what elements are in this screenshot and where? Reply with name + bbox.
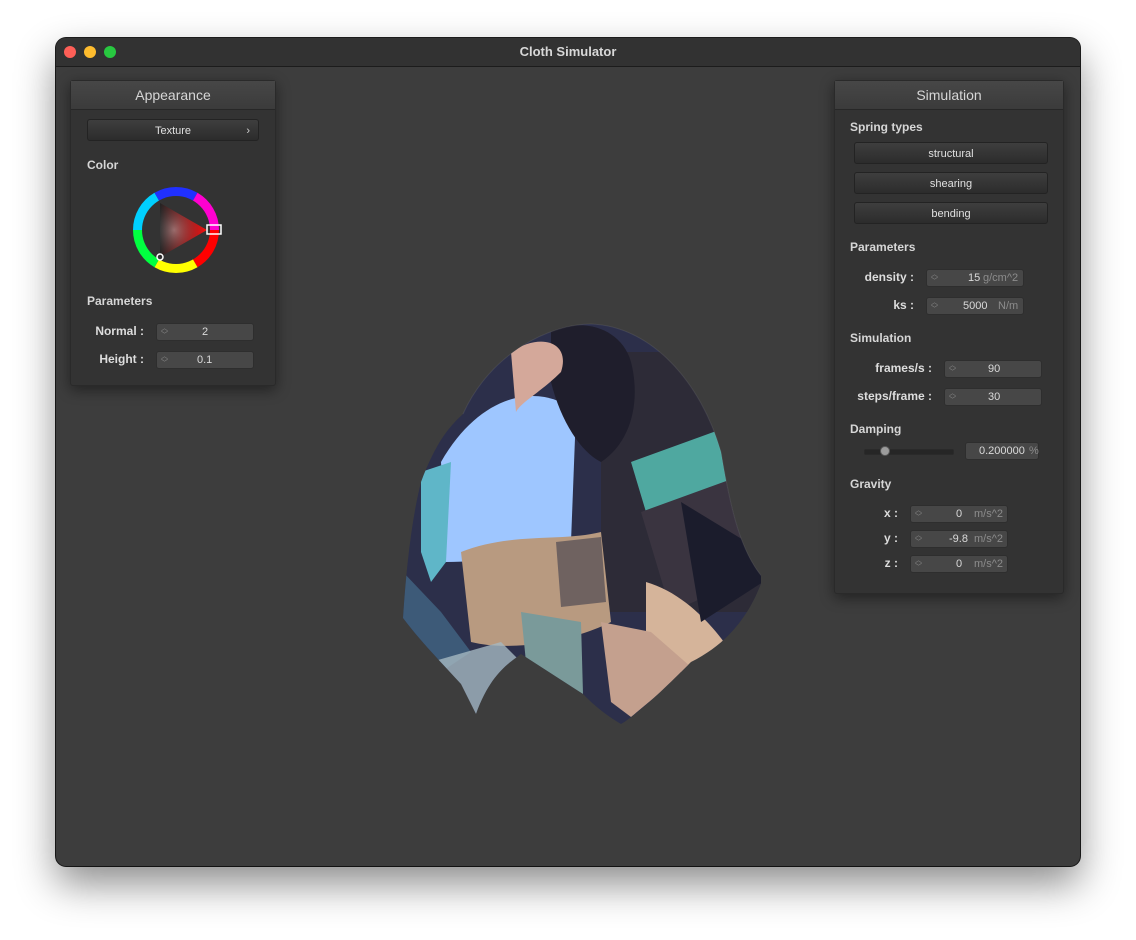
appearance-parameters-label: Parameters [87, 294, 153, 308]
gravity-y-unit: m/s^2 [974, 533, 1003, 545]
appearance-panel: Appearance Texture › Color Parameters No… [70, 80, 276, 386]
stepper-icon[interactable]: ︿ ﹀ [931, 271, 938, 285]
gravity-x-unit: m/s^2 [974, 508, 1003, 520]
simulation-section-label: Simulation [850, 331, 912, 345]
bending-toggle[interactable]: bending [854, 202, 1048, 224]
gravity-z-field[interactable]: ︿ ﹀ 0 m/s^2 [910, 555, 1008, 573]
cloth-mesh[interactable] [401, 322, 761, 732]
density-value: 15 [968, 272, 981, 284]
title-bar[interactable]: Cloth Simulator [56, 38, 1080, 67]
gravity-y-value: -9.8 [949, 533, 968, 545]
damping-label: Damping [850, 422, 902, 436]
stepper-icon[interactable]: ︿ ﹀ [915, 507, 922, 521]
appearance-panel-title[interactable]: Appearance [71, 81, 275, 110]
app-window: Cloth Simulator Appearance Texture › Col… [56, 38, 1080, 866]
steps-label: steps/frame : [857, 389, 932, 403]
gravity-z-unit: m/s^2 [974, 558, 1003, 570]
normal-value: 2 [202, 326, 209, 338]
steps-value: 30 [988, 391, 1001, 403]
gravity-y-label: y : [883, 531, 898, 545]
damping-slider-track [864, 449, 954, 455]
stepper-icon[interactable]: ︿ ﹀ [931, 299, 938, 313]
gravity-x-field[interactable]: ︿ ﹀ 0 m/s^2 [910, 505, 1008, 523]
damping-slider-thumb[interactable] [880, 446, 890, 456]
gravity-label: Gravity [850, 477, 892, 491]
stepper-icon[interactable]: ︿ ﹀ [949, 390, 956, 404]
window-title: Cloth Simulator [519, 44, 617, 59]
simulation-panel-title[interactable]: Simulation [835, 81, 1063, 110]
stepper-icon[interactable]: ︿ ﹀ [915, 557, 922, 571]
texture-button[interactable]: Texture › [87, 119, 259, 141]
damping-field[interactable]: 0.200000 % [965, 442, 1039, 460]
fps-label: frames/s : [875, 361, 932, 375]
gravity-y-field[interactable]: ︿ ﹀ -9.8 m/s^2 [910, 530, 1008, 548]
color-wheel[interactable] [129, 183, 223, 277]
shearing-toggle[interactable]: shearing [854, 172, 1048, 194]
color-label: Color [87, 158, 119, 172]
stepper-icon[interactable]: ︿ ﹀ [161, 353, 168, 367]
fps-field[interactable]: ︿ ﹀ 90 [944, 360, 1042, 378]
damping-slider[interactable] [864, 446, 954, 456]
structural-toggle[interactable]: structural [854, 142, 1048, 164]
damping-unit: % [1029, 445, 1039, 457]
ks-label: ks : [893, 298, 914, 312]
stepper-icon[interactable]: ︿ ﹀ [915, 532, 922, 546]
gravity-z-value: 0 [956, 558, 963, 570]
normal-label: Normal : [95, 324, 144, 338]
steps-field[interactable]: ︿ ﹀ 30 [944, 388, 1042, 406]
simulation-panel: Simulation Spring types structural shear… [834, 80, 1064, 594]
stepper-icon[interactable]: ︿ ﹀ [161, 325, 168, 339]
density-field[interactable]: ︿ ﹀ 15 g/cm^2 [926, 269, 1024, 287]
gravity-x-value: 0 [956, 508, 963, 520]
height-label: Height : [99, 352, 144, 366]
chevron-right-icon: › [246, 125, 250, 137]
simulation-parameters-label: Parameters [850, 240, 916, 254]
gravity-x-label: x : [883, 506, 898, 520]
ks-field[interactable]: ︿ ﹀ 5000 N/m [926, 297, 1024, 315]
height-field[interactable]: ︿ ﹀ 0.1 [156, 351, 254, 369]
texture-button-label: Texture [154, 125, 192, 137]
damping-value: 0.200000 [979, 445, 1025, 457]
gravity-z-label: z : [884, 556, 898, 570]
height-value: 0.1 [197, 354, 213, 366]
ks-value: 5000 [963, 300, 988, 312]
ks-unit: N/m [998, 300, 1019, 312]
fps-value: 90 [988, 363, 1001, 375]
density-label: density : [864, 270, 914, 284]
spring-types-label: Spring types [850, 120, 923, 134]
stepper-icon[interactable]: ︿ ﹀ [949, 362, 956, 376]
density-unit: g/cm^2 [983, 272, 1019, 284]
normal-field[interactable]: ︿ ﹀ 2 [156, 323, 254, 341]
